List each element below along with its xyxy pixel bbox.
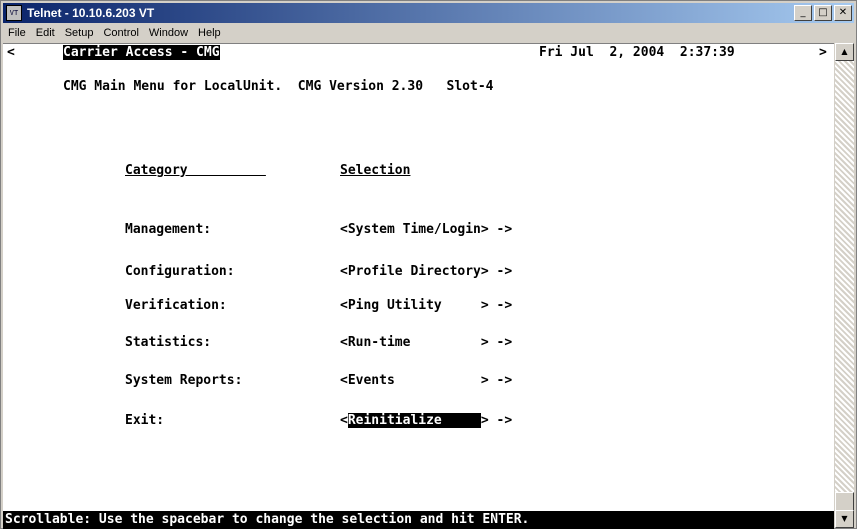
row-selection-management[interactable]: <System Time/Login> -> [340,222,512,237]
row-label-exit: Exit: [125,413,165,428]
menu-setup[interactable]: Setup [60,27,99,39]
telnet-window: VT Telnet - 10.10.6.203 VT _ □ ✕ File Ed… [0,0,857,529]
left-scroll-marker: < [7,45,15,60]
row-label-statistics: Statistics: [125,335,212,350]
menu-help[interactable]: Help [193,27,226,39]
selection-column-header: Selection [340,163,411,178]
menu-edit[interactable]: Edit [31,27,60,39]
status-line: Scrollable: Use the spacebar to change t… [3,511,834,529]
close-button[interactable]: ✕ [834,5,852,21]
row-label-verification: Verification: [125,298,227,313]
header-datetime: Fri Jul 2, 2004 2:37:39 [539,45,735,60]
header-title: Carrier Access - CMG [63,45,220,60]
row-label-management: Management: [125,222,212,237]
menu-control[interactable]: Control [98,27,143,39]
window-title: Telnet - 10.10.6.203 VT [27,6,155,20]
category-column-header: Category [125,163,266,178]
vertical-scrollbar[interactable]: ▲ ▼ [835,43,854,528]
menu-window[interactable]: Window [144,27,193,39]
title-bar[interactable]: VT Telnet - 10.10.6.203 VT _ □ ✕ [3,3,854,23]
row-selection-statistics[interactable]: <Run-time > -> [340,335,512,350]
row-selection-configuration[interactable]: <Profile Directory> -> [340,264,512,279]
menu-file[interactable]: File [3,27,31,39]
row-selection-system-reports[interactable]: <Events > -> [340,373,512,388]
telnet-app-icon[interactable]: VT [6,5,22,21]
row-label-configuration: Configuration: [125,264,235,279]
row-selection-exit[interactable]: <Reinitialize > -> [340,413,512,428]
row-label-system-reports: System Reports: [125,373,243,388]
scroll-down-button[interactable]: ▼ [835,510,854,528]
row-selection-verification[interactable]: <Ping Utility > -> [340,298,512,313]
minimize-button[interactable]: _ [794,5,812,21]
maximize-button[interactable]: □ [814,5,832,21]
main-menu-heading: CMG Main Menu for LocalUnit. CMG Version… [63,79,494,94]
terminal-screen[interactable]: < Carrier Access - CMG Fri Jul 2, 2004 2… [3,43,834,529]
scroll-up-button[interactable]: ▲ [835,43,854,61]
selected-option-highlight: Reinitialize [347,413,481,428]
right-scroll-marker: > [819,45,827,60]
menu-bar: File Edit Setup Control Window Help [3,24,854,42]
